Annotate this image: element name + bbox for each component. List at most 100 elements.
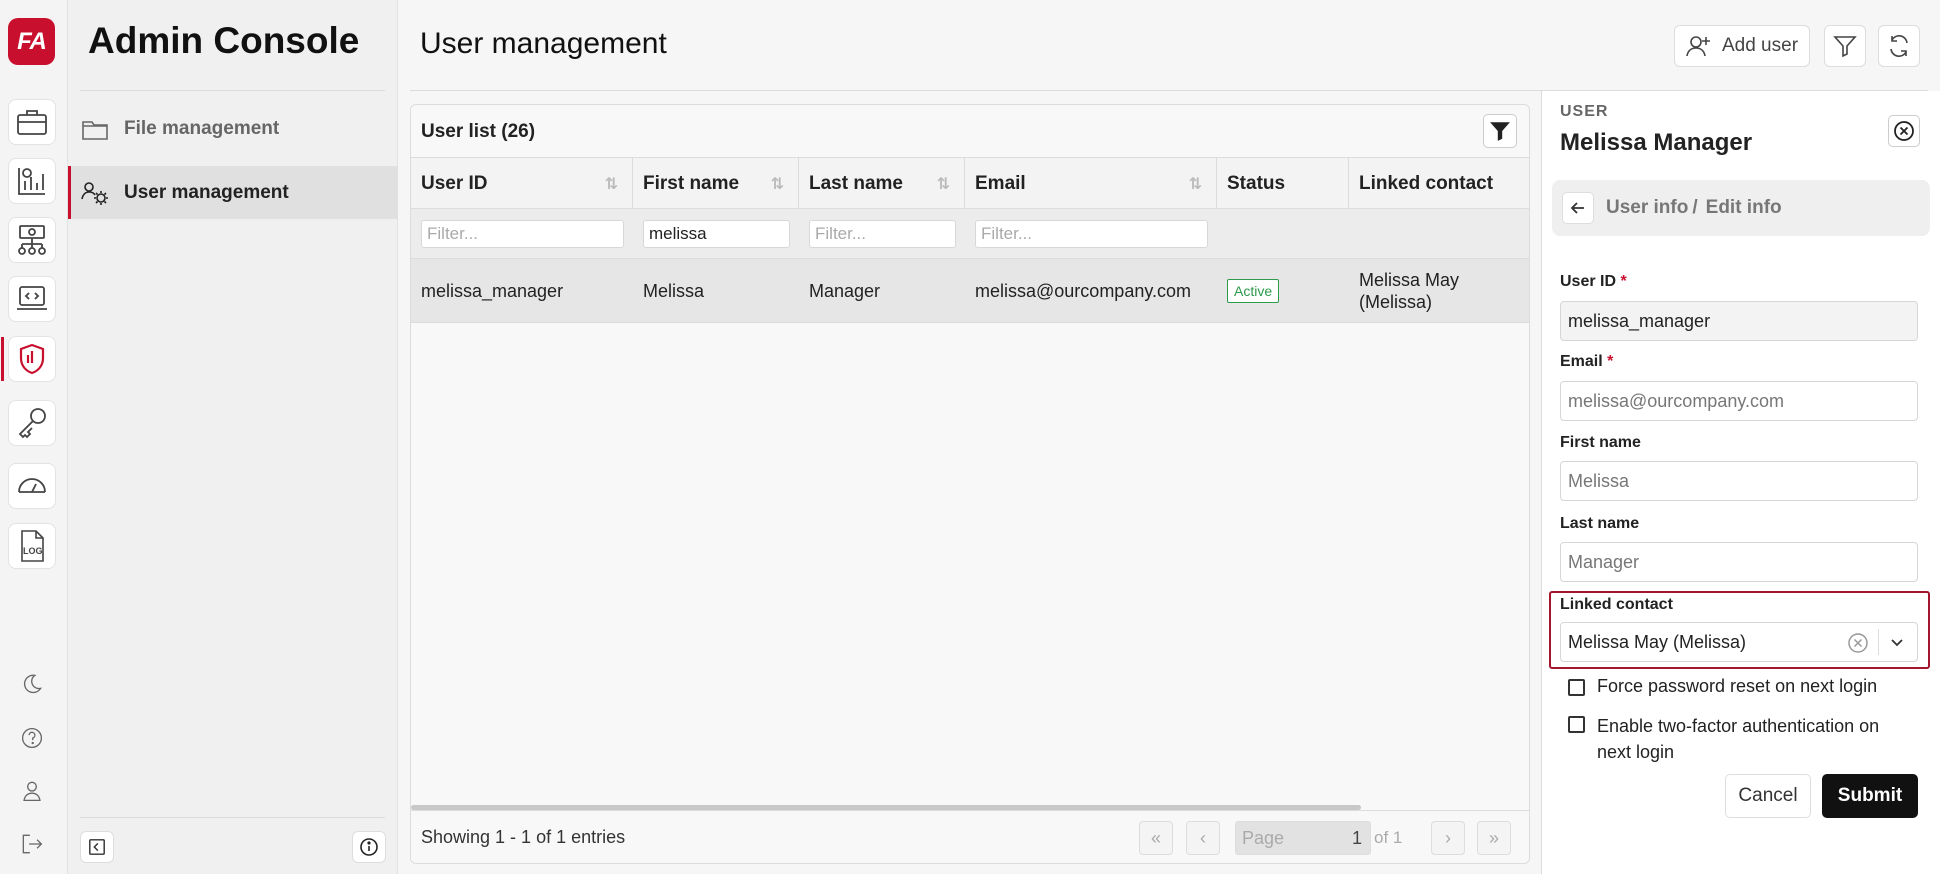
breadcrumb-user-info[interactable]: User info	[1606, 197, 1688, 219]
arrow-left-icon	[1570, 202, 1584, 214]
refresh-button[interactable]	[1878, 25, 1920, 67]
logout-icon[interactable]	[8, 821, 56, 867]
main-content: User management Add user User list (26) …	[398, 0, 1940, 874]
filter-button[interactable]	[1824, 25, 1866, 67]
force-reset-checkbox[interactable]	[1568, 679, 1585, 696]
back-button[interactable]	[1562, 192, 1594, 224]
add-user-icon	[1686, 36, 1710, 57]
user-id-label: User ID *	[1560, 273, 1627, 290]
user-list-title: User list (26)	[421, 121, 536, 142]
breadcrumb-separator: /	[1692, 197, 1698, 218]
filter-user-id-input[interactable]	[421, 220, 624, 248]
last-page-button[interactable]: »	[1477, 821, 1511, 855]
last-name-label: Last name	[1560, 515, 1640, 532]
page-number: 1	[1351, 827, 1362, 848]
hierarchy-icon[interactable]	[8, 217, 56, 263]
filter-last-name-input[interactable]	[809, 220, 956, 248]
app-title: Admin Console	[88, 20, 360, 61]
close-icon	[1894, 121, 1914, 141]
sidebar-item-label: User management	[124, 181, 289, 203]
force-reset-checkbox-row[interactable]: Force password reset on next login	[1568, 676, 1877, 697]
cell-linked-contact: Melissa May (Melissa)	[1359, 270, 1460, 312]
cell-user-id: melissa_manager	[421, 280, 564, 301]
sort-icon[interactable]: ⇅	[937, 174, 950, 194]
divider	[1878, 629, 1879, 655]
sidebar-item-label: File management	[124, 117, 280, 139]
shield-icon[interactable]	[1, 336, 56, 382]
force-reset-label: Force password reset on next login	[1597, 676, 1878, 696]
submit-button[interactable]: Submit	[1822, 774, 1918, 818]
two-factor-checkbox[interactable]	[1568, 716, 1585, 733]
column-header-user-id[interactable]: User ID ⇅	[411, 158, 633, 210]
divider	[80, 817, 385, 818]
cancel-button[interactable]: Cancel	[1725, 774, 1811, 818]
briefcase-icon[interactable]	[8, 99, 56, 145]
icon-rail: FA LOG	[0, 0, 68, 874]
column-header-linked-contact[interactable]: Linked contact	[1349, 158, 1529, 210]
table-filter-button[interactable]	[1483, 114, 1517, 148]
status-badge: Active	[1227, 279, 1280, 303]
breadcrumb-edit-info: Edit info	[1705, 197, 1782, 218]
linked-contact-select[interactable]: Melissa May (Melissa)	[1560, 622, 1918, 662]
last-name-field[interactable]: Manager	[1560, 542, 1918, 582]
prev-page-button[interactable]: ‹	[1186, 821, 1220, 855]
collapse-sidebar-icon[interactable]	[80, 831, 114, 863]
clear-icon[interactable]	[1847, 632, 1869, 659]
sort-icon[interactable]: ⇅	[771, 174, 784, 194]
user-icon[interactable]	[8, 768, 56, 814]
entries-summary: Showing 1 - 1 of 1 entries	[421, 827, 626, 847]
folder-icon	[82, 120, 108, 140]
linked-contact-label: Linked contact	[1560, 596, 1673, 613]
filter-email-input[interactable]	[975, 220, 1208, 248]
close-panel-button[interactable]	[1888, 115, 1920, 147]
help-icon[interactable]	[8, 715, 56, 761]
column-header-status[interactable]: Status	[1217, 158, 1349, 210]
cell-first-name: Melissa	[643, 280, 705, 301]
sidebar-item-file-management[interactable]: File management	[68, 102, 398, 155]
first-page-button[interactable]: «	[1139, 821, 1173, 855]
column-label: Email	[975, 173, 1026, 194]
info-icon[interactable]	[352, 831, 386, 863]
next-page-button[interactable]: ›	[1431, 821, 1465, 855]
linked-contact-value: Melissa May (Melissa)	[1568, 631, 1747, 652]
svg-text:LOG: LOG	[23, 546, 43, 556]
column-label: Last name	[809, 173, 903, 194]
filter-icon	[1490, 122, 1510, 141]
code-laptop-icon[interactable]	[8, 276, 56, 322]
moon-icon[interactable]	[8, 661, 56, 707]
column-label: User ID	[421, 173, 488, 194]
email-label: Email *	[1560, 353, 1614, 370]
first-name-field[interactable]: Melissa	[1560, 461, 1918, 501]
report-icon[interactable]	[8, 158, 56, 204]
chevron-down-icon[interactable]	[1887, 632, 1907, 657]
add-user-button[interactable]: Add user	[1674, 25, 1810, 67]
side-nav: Admin Console File management User manag…	[68, 0, 398, 874]
column-header-first-name[interactable]: First name ⇅	[633, 158, 799, 210]
email-field[interactable]: melissa@ourcompany.com	[1560, 381, 1918, 421]
filter-icon	[1833, 36, 1857, 58]
page-label: Page	[1242, 827, 1285, 848]
panel-user-name: Melissa Manager	[1560, 129, 1753, 156]
user-list-card: User list (26) User ID ⇅ First name ⇅ Last…	[410, 104, 1530, 864]
page-total: of 1	[1374, 828, 1403, 847]
key-icon[interactable]	[8, 400, 56, 446]
user-id-field: melissa_manager	[1560, 301, 1918, 341]
panel-label: USER	[1560, 103, 1609, 120]
sort-icon[interactable]: ⇅	[605, 174, 618, 194]
table-row[interactable]: melissa_manager Melissa Manager melissa@…	[411, 259, 1529, 323]
filter-row	[411, 209, 1529, 259]
divider	[80, 90, 385, 91]
sort-icon[interactable]: ⇅	[1189, 174, 1202, 194]
column-header-last-name[interactable]: Last name ⇅	[799, 158, 965, 210]
column-label: Status	[1227, 173, 1286, 194]
filter-first-name-input[interactable]	[643, 220, 790, 248]
column-header-email[interactable]: Email ⇅	[965, 158, 1217, 210]
page-input[interactable]: Page 1	[1235, 821, 1371, 855]
log-icon[interactable]: LOG	[8, 523, 56, 569]
column-label: Linked contact	[1359, 173, 1494, 194]
two-factor-checkbox-row[interactable]: Enable two-factor authentication on next…	[1568, 713, 1918, 765]
users-gear-icon	[81, 181, 108, 205]
gauge-icon[interactable]	[8, 463, 56, 509]
refresh-icon	[1890, 35, 1908, 57]
sidebar-item-user-management[interactable]: User management	[68, 166, 398, 219]
